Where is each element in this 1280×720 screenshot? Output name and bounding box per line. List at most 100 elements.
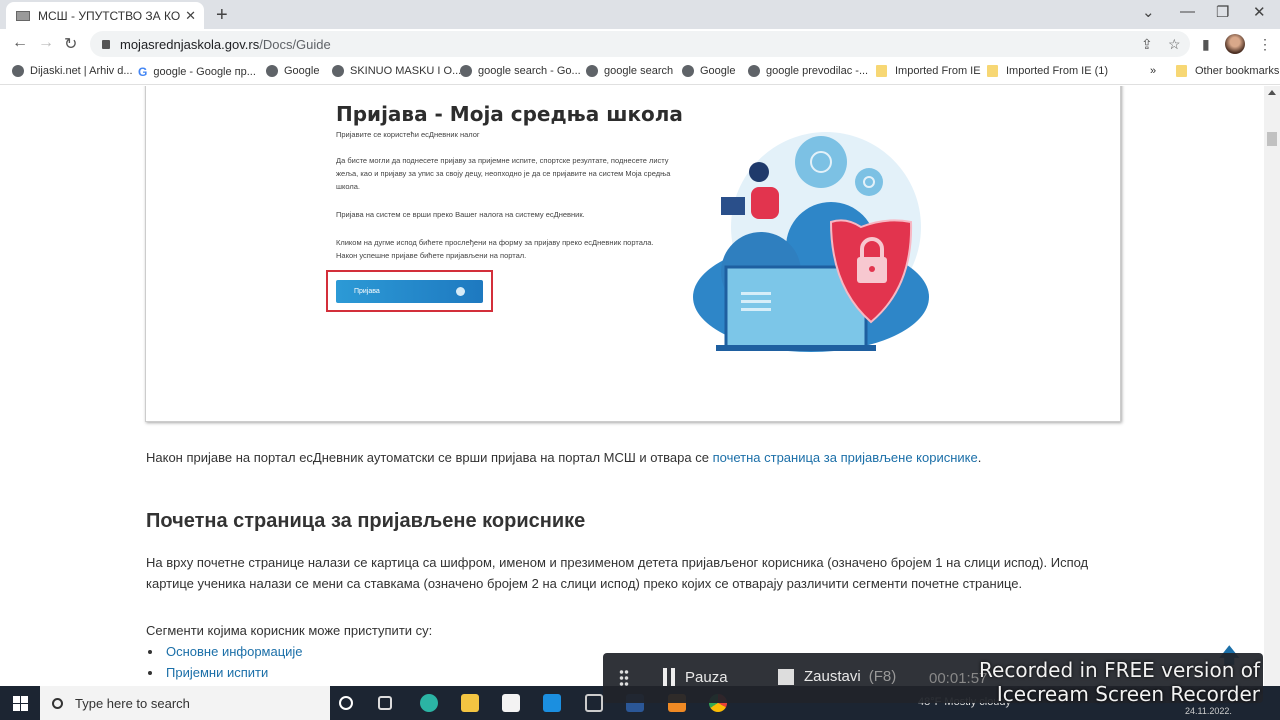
embedded-login-button: Пријава: [336, 280, 483, 303]
browser-toolbar: ← → ↻ mojasrednjaskola.gov.rs/Docs/Guide…: [0, 29, 1280, 59]
taskbar-search-input[interactable]: Type here to search: [40, 686, 330, 720]
cortana-icon[interactable]: [339, 696, 353, 710]
share-icon[interactable]: ⇪: [1141, 36, 1153, 53]
embedded-paragraph: Пријава на систем се врши преко Вашег на…: [336, 210, 585, 219]
google-icon: G: [138, 65, 148, 79]
scroll-up-arrow-icon[interactable]: [1268, 90, 1276, 95]
bookmark-label: Imported From IE: [895, 65, 981, 77]
globe-icon: [682, 65, 694, 77]
security-cloud-illustration: [693, 132, 929, 352]
forward-button[interactable]: →: [38, 34, 54, 52]
reload-button[interactable]: ↻: [64, 34, 77, 54]
globe-icon: [586, 65, 598, 77]
paragraph: На врху почетне странице налази се карти…: [146, 555, 1089, 591]
folder-icon: [987, 65, 998, 77]
back-button[interactable]: ←: [12, 34, 28, 52]
person-head: [749, 162, 769, 182]
bookmark-item[interactable]: Google: [266, 65, 319, 77]
bookmark-item[interactable]: Dijaski.net | Arhiv d...: [12, 65, 133, 77]
url-path: /Docs/Guide: [259, 36, 331, 52]
maximize-button[interactable]: ❐: [1216, 3, 1229, 21]
mail-icon[interactable]: [543, 694, 561, 712]
recorder-watermark: Recorded in FREE version of Icecream Scr…: [960, 658, 1260, 706]
globe-icon: [266, 65, 278, 77]
bookmark-folder[interactable]: Imported From IE: [876, 65, 981, 77]
highlight-frame: Пријава: [326, 270, 493, 312]
bookmark-folder[interactable]: Imported From IE (1): [987, 65, 1108, 77]
gear-small-icon: [855, 168, 883, 196]
bookmark-label: SKINUO MASKU I O...: [350, 65, 462, 77]
paragraph: Након пријаве на портал есДневник аутома…: [146, 447, 1121, 468]
drag-handle-icon[interactable]: [619, 669, 629, 687]
segment-link[interactable]: Основне информације: [166, 641, 303, 662]
profile-avatar[interactable]: [1225, 34, 1245, 54]
stop-hotkey: (F8): [868, 668, 897, 685]
store-icon[interactable]: [502, 694, 520, 712]
watermark-line: Recorded in FREE version of: [979, 658, 1260, 682]
page-scrollbar[interactable]: [1264, 86, 1280, 686]
bookmark-item[interactable]: google prevodilac -...: [748, 65, 868, 77]
stop-button[interactable]: Zaustavi (F8): [778, 668, 896, 685]
address-bar[interactable]: mojasrednjaskola.gov.rs/Docs/Guide: [90, 31, 1190, 57]
menu-kebab-icon[interactable]: ⋮: [1258, 36, 1272, 53]
windows-start-icon[interactable]: [13, 696, 28, 711]
site-favicon-icon: [16, 10, 30, 21]
tab-strip: МСШ - УПУТСТВО ЗА КОРИШЋЕ ✕ + ⌄ — ❐ ✕: [0, 0, 1280, 29]
bookmark-star-icon[interactable]: ☆: [1168, 36, 1181, 53]
task-view-icon[interactable]: [378, 696, 392, 710]
folder-icon: [1176, 65, 1187, 77]
globe-icon: [332, 65, 344, 77]
bullet-icon: [148, 670, 152, 675]
list-item: Пријемни испити: [148, 662, 303, 683]
stop-label: Zaustavi: [804, 668, 861, 685]
bullet-icon: [148, 649, 152, 654]
tab-search-icon[interactable]: ⌄: [1142, 3, 1155, 21]
stop-icon: [778, 668, 794, 685]
gear-large-icon: [795, 136, 847, 188]
embedded-paragraph: Да бисте могли да поднесете пријаву за п…: [336, 156, 671, 191]
pause-button[interactable]: Pauza: [663, 668, 728, 686]
login-button-label: Пријава: [354, 288, 380, 295]
folder-icon: [876, 65, 887, 77]
bookmark-label: google - Google пр...: [153, 66, 256, 78]
homepage-link[interactable]: почетна страница за пријављене кориснике: [713, 450, 978, 465]
guide-screenshot-image: Пријава - Моја средња школа Пријавите се…: [145, 86, 1121, 422]
close-window-button[interactable]: ✕: [1253, 3, 1266, 21]
bookmark-label: Other bookmarks: [1195, 65, 1280, 77]
bookmark-label: Google: [284, 65, 320, 77]
section-heading: Почетна страница за пријављене кориснике: [146, 510, 586, 532]
bookmark-item[interactable]: Google: [682, 65, 735, 77]
url-domain: mojasrednjaskola.gov.rs: [120, 36, 260, 52]
pause-label: Pauza: [685, 668, 728, 686]
other-bookmarks-folder[interactable]: Other bookmarks: [1176, 65, 1279, 77]
fingerprint-icon: [456, 287, 465, 296]
new-tab-button[interactable]: +: [216, 4, 228, 27]
scrollbar-thumb[interactable]: [1267, 132, 1277, 146]
bookmarks-bar: Dijaski.net | Arhiv d... Ggoogle - Googl…: [0, 59, 1280, 85]
search-icon: [52, 697, 63, 709]
bookmark-label: Imported From IE (1): [1006, 65, 1109, 77]
globe-icon: [748, 65, 760, 77]
app-icon[interactable]: [585, 694, 603, 712]
bookmark-item[interactable]: SKINUO MASKU I O...: [332, 65, 461, 77]
paragraph: Сегменти којима корисник може приступити…: [146, 623, 433, 638]
bookmark-label: google prevodilac -...: [766, 65, 869, 77]
embedded-paragraph: Пријавите се користећи есДневник налог: [336, 130, 480, 139]
embedded-title: Пријава - Моја средња школа: [336, 102, 683, 126]
watermark-line: Icecream Screen Recorder: [996, 682, 1260, 706]
minimize-button[interactable]: —: [1180, 3, 1195, 20]
bookmark-label: Dijaski.net | Arhiv d...: [30, 65, 133, 77]
bookmark-item[interactable]: Ggoogle - Google пр...: [138, 65, 256, 79]
edge-icon[interactable]: [420, 694, 438, 712]
side-panel-icon[interactable]: ▮: [1202, 36, 1210, 53]
embedded-paragraph: Кликом на дугме испод бићете прослеђени …: [336, 238, 654, 260]
file-explorer-icon[interactable]: [461, 694, 479, 712]
close-tab-icon[interactable]: ✕: [185, 8, 196, 24]
segment-link[interactable]: Пријемни испити: [166, 662, 268, 683]
bookmarks-overflow-button[interactable]: »: [1150, 65, 1156, 77]
bookmark-item[interactable]: google search - Go...: [460, 65, 581, 77]
laptop-small: [721, 197, 745, 215]
bookmark-item[interactable]: google search: [586, 65, 673, 77]
browser-tab[interactable]: МСШ - УПУТСТВО ЗА КОРИШЋЕ ✕: [6, 2, 204, 29]
paragraph-text: .: [977, 450, 982, 465]
